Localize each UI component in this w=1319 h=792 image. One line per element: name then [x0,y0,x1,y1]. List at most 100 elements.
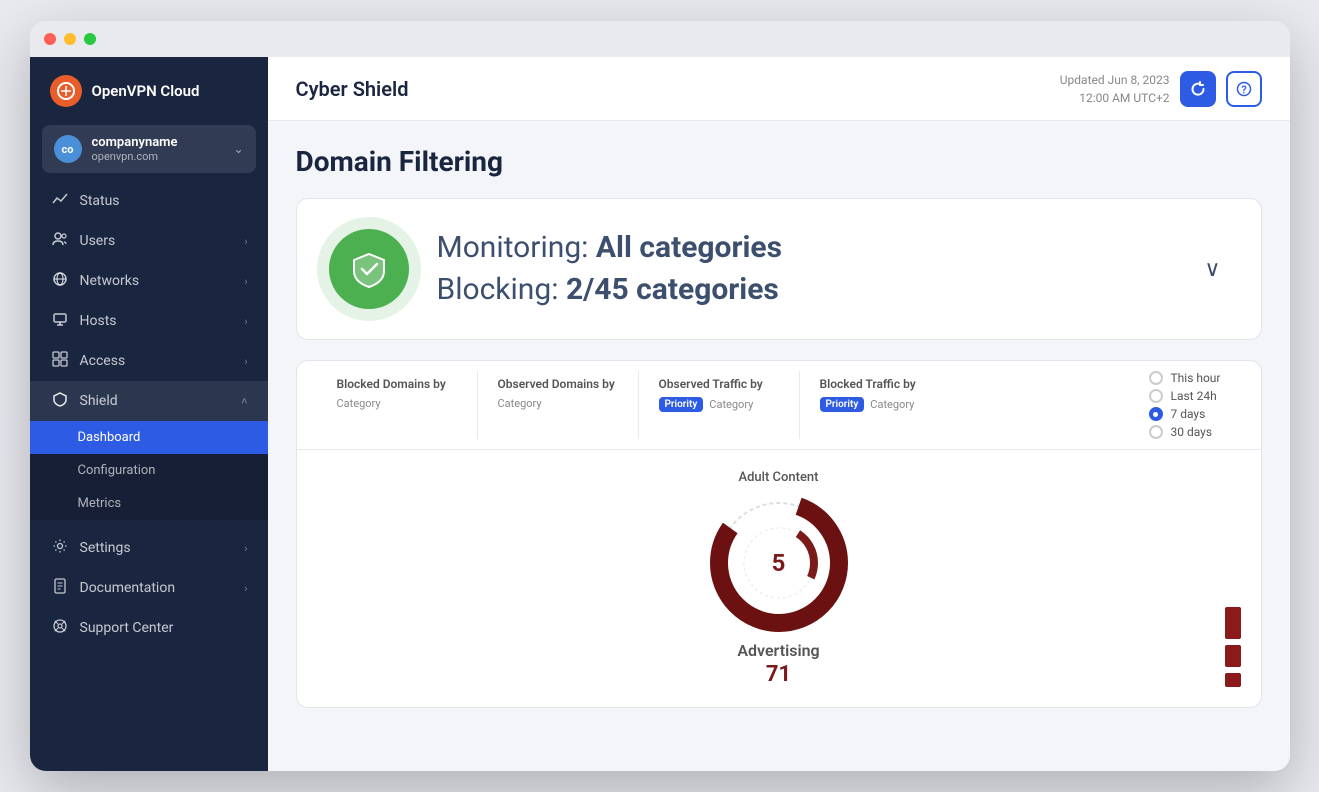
main-content: Cyber Shield Updated Jun 8, 2023 12:00 A… [268,57,1290,771]
radio-30days [1149,425,1163,439]
sidebar-item-shield[interactable]: Shield ˄ [30,381,268,421]
time-option-24h[interactable]: Last 24h [1149,389,1221,403]
monitoring-card-expand[interactable]: ∨ [1196,249,1228,290]
hosts-label: Hosts [80,313,235,329]
side-bars [1225,607,1241,687]
time-filter: This hour Last 24h 7 days [1129,361,1241,449]
status-icon [50,191,70,211]
tab-observed-traffic[interactable]: Observed Traffic by Priority Category [639,361,799,449]
sidebar-item-documentation[interactable]: Documentation › [30,568,268,608]
hosts-icon [50,311,70,331]
shield-sub-nav: Dashboard Configuration Metrics [30,421,268,520]
help-button[interactable]: ? [1226,71,1262,107]
maximize-dot[interactable] [84,33,96,45]
account-info: companyname openvpn.com [92,135,224,163]
updated-timestamp: Updated Jun 8, 2023 12:00 AM UTC+2 [1060,71,1170,107]
updated-line2: 12:00 AM UTC+2 [1060,89,1170,107]
page-title: Cyber Shield [296,77,409,101]
sidebar-logo-text: OpenVPN Cloud [92,82,200,100]
shield-chevron-icon: ˄ [241,395,247,408]
access-icon [50,351,70,371]
documentation-label: Documentation [80,580,235,596]
sidebar-item-settings[interactable]: Settings › [30,528,268,568]
time-label-this-hour: This hour [1171,371,1221,385]
documentation-icon [50,578,70,598]
refresh-button[interactable] [1180,71,1216,107]
blocked-traffic-subtitle: Priority Category [820,397,940,412]
minimize-dot[interactable] [64,33,76,45]
settings-chevron-icon: › [244,542,247,555]
svg-text:?: ? [1241,83,1246,96]
sidebar-item-status[interactable]: Status [30,181,268,221]
tab-blocked-traffic[interactable]: Blocked Traffic by Priority Category [800,361,960,449]
monitoring-card: Monitoring: All categories Blocking: 2/4… [296,198,1262,340]
observed-traffic-subtitle: Priority Category [659,397,779,412]
donut-svg-container: 5 [709,493,849,633]
sidebar-item-support[interactable]: Support Center [30,608,268,648]
observed-domains-title: Observed Domains by [498,377,618,391]
shield-label: Shield [80,393,232,409]
time-option-30days[interactable]: 30 days [1149,425,1221,439]
sidebar-item-users[interactable]: Users › [30,221,268,261]
observed-domains-subtitle: Category [498,397,618,410]
sidebar: OpenVPN Cloud co companyname openvpn.com… [30,57,268,771]
account-chevron-icon: ⌄ [233,142,243,156]
access-label: Access [80,353,235,369]
account-sub: openvpn.com [92,150,224,163]
app-window: OpenVPN Cloud co companyname openvpn.com… [30,21,1290,771]
sidebar-item-metrics[interactable]: Metrics [30,487,268,520]
app-body: OpenVPN Cloud co companyname openvpn.com… [30,57,1290,771]
settings-icon [50,538,70,558]
bar-3 [1225,673,1241,687]
sidebar-logo: OpenVPN Cloud [30,57,268,125]
donut-top-label: Adult Content [738,470,818,485]
support-label: Support Center [80,620,248,636]
sidebar-item-networks[interactable]: Networks › [30,261,268,301]
monitoring-line: Monitoring: All categories [437,227,1169,269]
networks-icon [50,271,70,291]
radio-this-hour [1149,371,1163,385]
blocked-domains-title: Blocked Domains by [337,377,457,391]
monitoring-value: All categories [596,230,782,265]
sidebar-item-access[interactable]: Access › [30,341,268,381]
bar-2 [1225,645,1241,667]
time-option-7days[interactable]: 7 days [1149,407,1221,421]
blocking-value: 2/45 categories [566,272,779,307]
section-title: Domain Filtering [296,145,1262,178]
radio-24h [1149,389,1163,403]
status-label: Status [80,193,248,209]
access-chevron-icon: › [244,355,247,368]
tab-blocked-domains[interactable]: Blocked Domains by Category [317,361,477,449]
blocked-traffic-title: Blocked Traffic by [820,377,940,391]
bar-1 [1225,607,1241,639]
sidebar-item-configuration[interactable]: Configuration [30,454,268,487]
openvpn-logo-icon [50,75,82,107]
support-icon [50,618,70,638]
time-option-this-hour[interactable]: This hour [1149,371,1221,385]
donut-outer-count: 71 [766,662,791,687]
sidebar-item-dashboard[interactable]: Dashboard [30,421,268,454]
chart-area: Adult Content [297,450,1261,707]
donut-chart: Adult Content [709,470,849,687]
observed-traffic-title: Observed Traffic by [659,377,779,391]
account-selector[interactable]: co companyname openvpn.com ⌄ [42,125,256,173]
time-label-30days: 30 days [1171,425,1213,439]
settings-label: Settings [80,540,235,556]
sidebar-item-hosts[interactable]: Hosts › [30,301,268,341]
time-label-24h: Last 24h [1171,389,1217,403]
topbar: Cyber Shield Updated Jun 8, 2023 12:00 A… [268,57,1290,121]
users-icon [50,231,70,251]
topbar-right: Updated Jun 8, 2023 12:00 AM UTC+2 ? [1060,71,1262,107]
users-chevron-icon: › [244,235,247,248]
stats-panel: Blocked Domains by Category Observed Dom… [296,360,1262,708]
blocking-line: Blocking: 2/45 categories [437,269,1169,311]
tab-observed-domains[interactable]: Observed Domains by Category [478,361,638,449]
blocked-domains-subtitle: Category [337,397,457,410]
documentation-chevron-icon: › [244,582,247,595]
close-dot[interactable] [44,33,56,45]
networks-chevron-icon: › [244,275,247,288]
shield-status-icon [329,229,409,309]
donut-bottom-label: Advertising [737,641,819,660]
account-name: companyname [92,135,224,150]
hosts-chevron-icon: › [244,315,247,328]
